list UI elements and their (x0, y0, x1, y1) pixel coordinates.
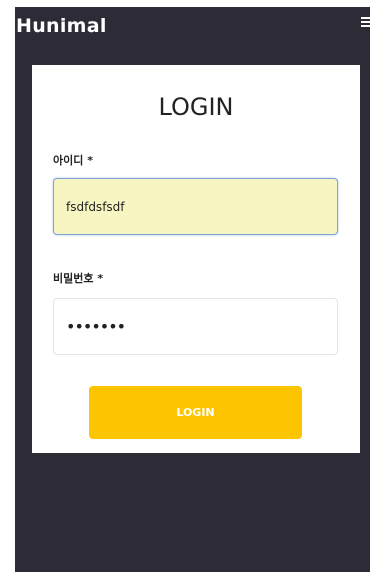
menu-bar (361, 17, 370, 19)
menu-bar (361, 21, 370, 23)
menu-bar (361, 25, 370, 27)
login-card: LOGIN 아이디 * 비밀번호 * LOGIN (32, 65, 360, 453)
required-mark: * (97, 272, 104, 285)
required-mark: * (87, 154, 93, 167)
password-label-text: 비밀번호 (53, 272, 94, 285)
password-input[interactable] (53, 298, 338, 355)
id-label-text: 아이디 (53, 154, 84, 167)
login-button[interactable]: LOGIN (89, 386, 302, 439)
page-title: LOGIN (158, 93, 234, 121)
hamburger-menu-icon[interactable] (358, 15, 370, 29)
app-screen: Hunimal LOGIN 아이디 * 비밀번호 * LOGIN (15, 7, 370, 572)
logo[interactable]: Hunimal (16, 15, 107, 37)
header: Hunimal (15, 7, 370, 57)
id-input[interactable] (53, 178, 338, 235)
password-label: 비밀번호 * (53, 270, 103, 286)
id-label: 아이디 * (53, 152, 93, 168)
